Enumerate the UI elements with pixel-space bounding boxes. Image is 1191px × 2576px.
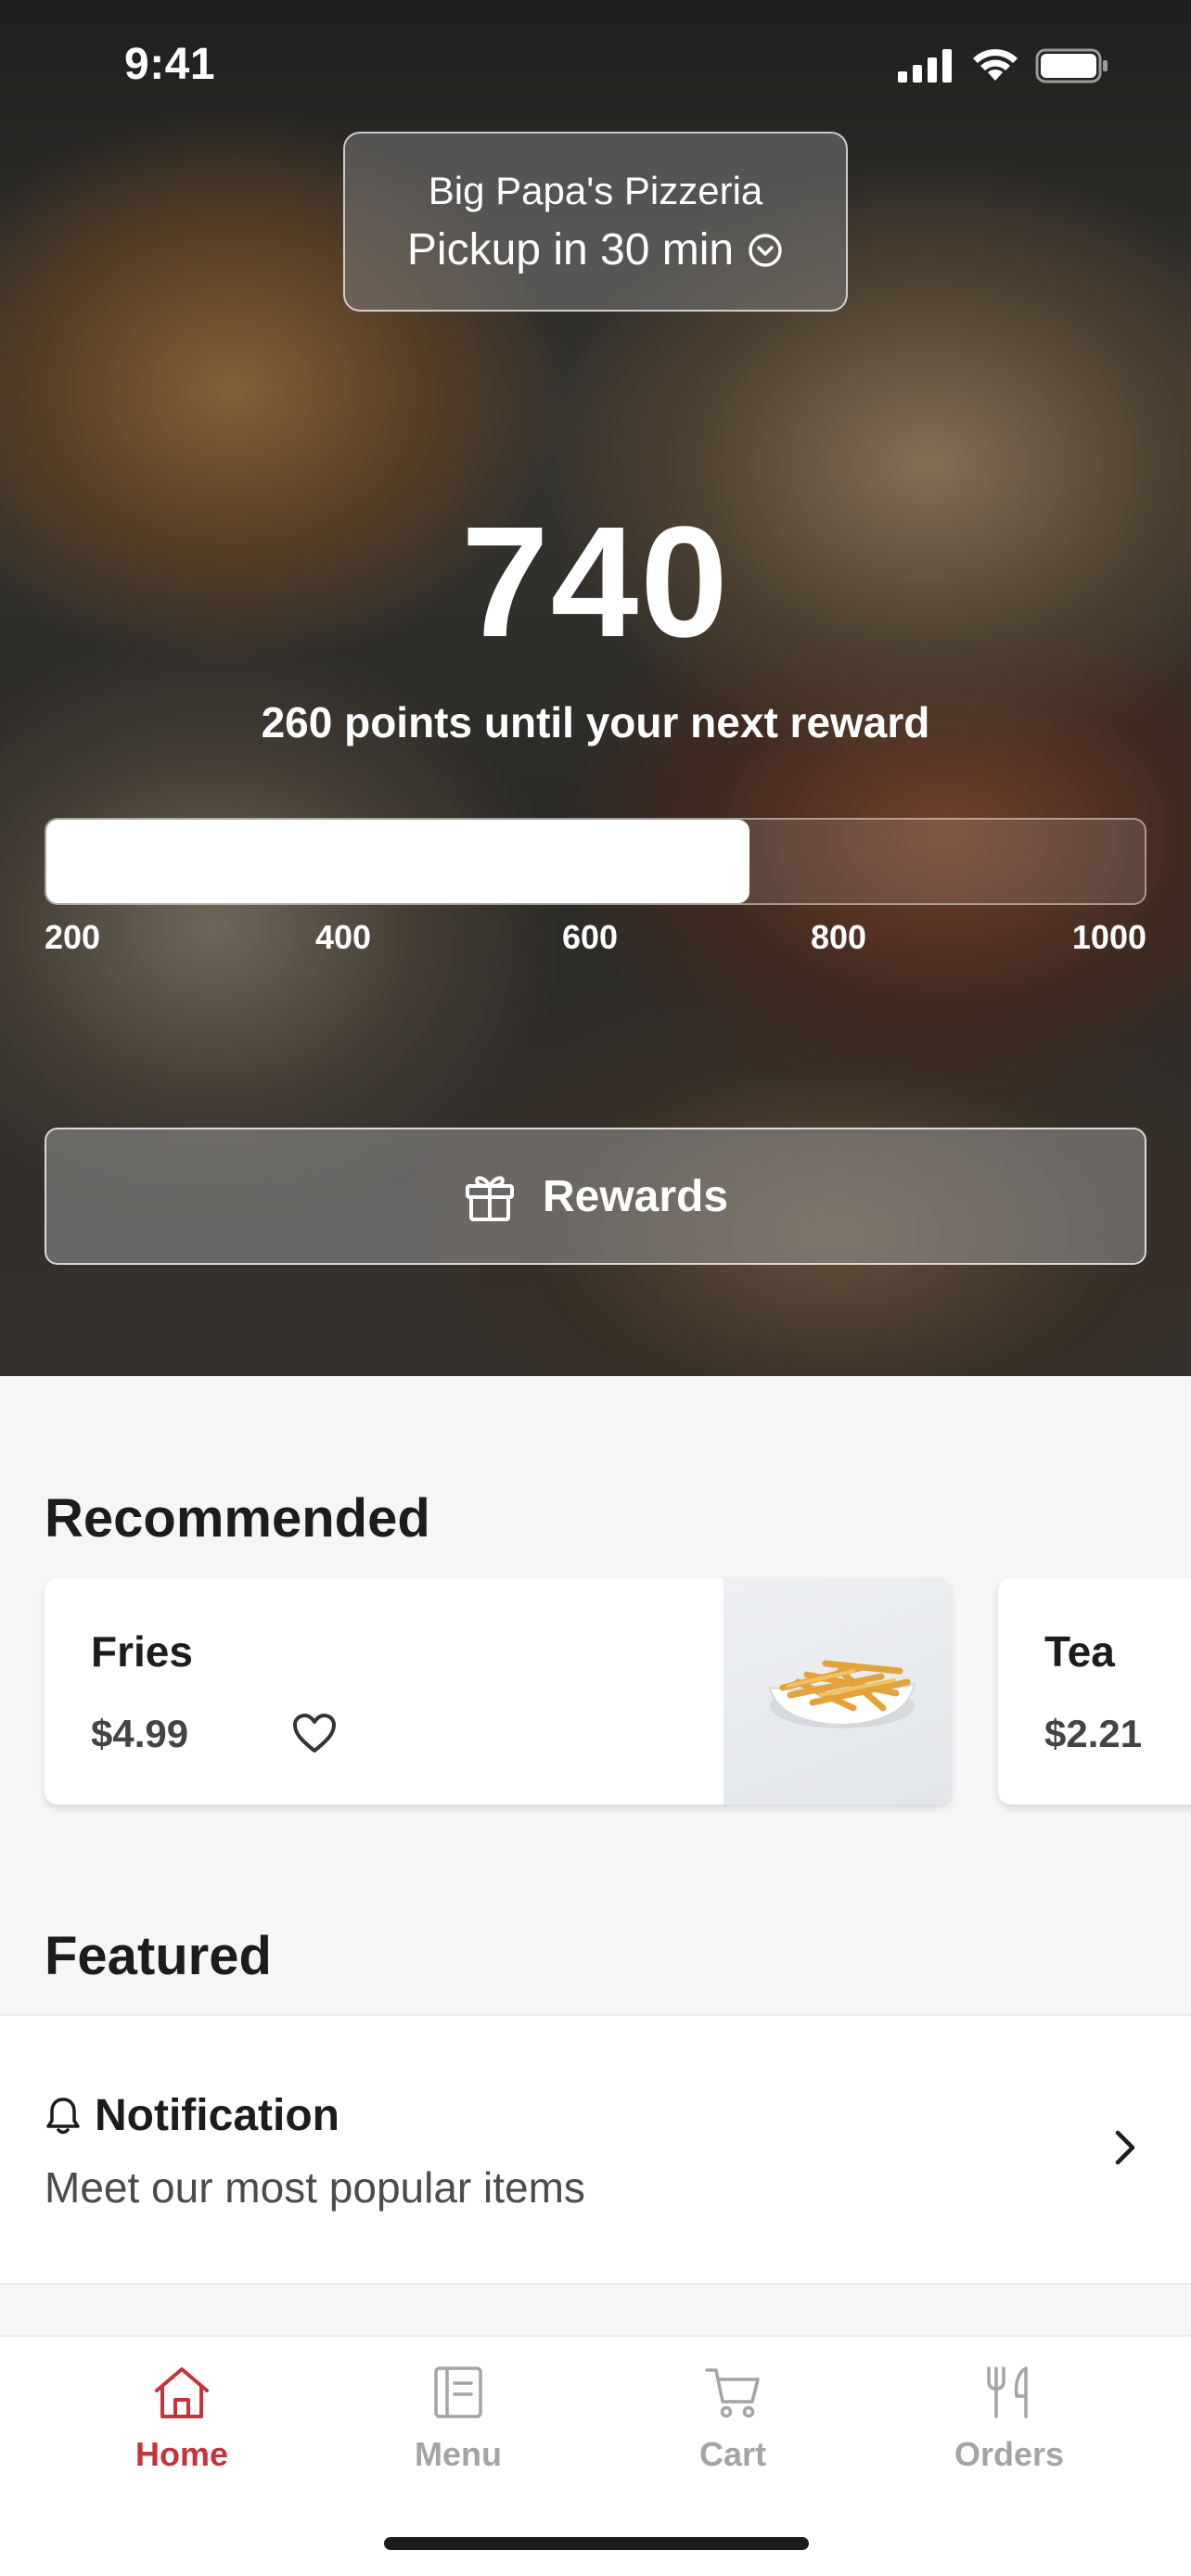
progress-tick: 200 xyxy=(45,918,101,956)
progress-ticks: 200 400 600 800 1000 xyxy=(45,918,1146,964)
home-icon xyxy=(155,2367,209,2418)
item-price: $2.21 xyxy=(1044,1712,1143,1755)
notification-subtitle: Meet our most popular items xyxy=(45,2163,585,2212)
progress-tick: 600 xyxy=(562,918,619,956)
notification-title: Notification xyxy=(95,2091,339,2140)
points-progress-bar xyxy=(45,818,1146,905)
heart-icon[interactable] xyxy=(291,1712,338,1754)
pickup-time: Pickup in 30 min xyxy=(406,225,735,274)
progress-tick: 400 xyxy=(315,918,372,956)
progress-tick: 800 xyxy=(811,918,867,956)
tab-menu[interactable]: Menu xyxy=(356,2365,560,2474)
rewards-button-label: Rewards xyxy=(542,1171,729,1221)
store-name: Big Papa's Pizzeria xyxy=(428,169,763,212)
featured-title: Featured xyxy=(45,1926,272,1986)
tab-menu-label: Menu xyxy=(415,2435,502,2473)
gift-icon xyxy=(465,1176,514,1221)
recommended-title: Recommended xyxy=(45,1488,430,1549)
recommended-card-tea[interactable]: Tea $2.21 xyxy=(998,1578,1191,1804)
fork-knife-icon xyxy=(987,2366,1028,2418)
points-until-reward: 260 points until your next reward xyxy=(261,698,930,746)
tab-home-label: Home xyxy=(134,2435,229,2473)
tab-orders-label: Orders xyxy=(954,2435,1065,2473)
hero-banner: 9:41 Big Papa's Pizzeria Pickup in 30 mi… xyxy=(0,0,1191,1376)
store-selector[interactable]: Big Papa's Pizzeria Pickup in 30 min xyxy=(343,132,848,312)
featured-notification-row[interactable]: Notification Meet our most popular items xyxy=(0,2014,1191,2285)
home-indicator xyxy=(384,2537,809,2550)
tab-cart[interactable]: Cart xyxy=(631,2365,835,2474)
fries-photo xyxy=(724,1578,952,1804)
item-name: Tea xyxy=(1044,1627,1115,1676)
tab-orders[interactable]: Orders xyxy=(907,2365,1111,2474)
rewards-button[interactable]: Rewards xyxy=(45,1128,1146,1265)
tab-cart-label: Cart xyxy=(698,2435,767,2473)
bell-icon xyxy=(46,2097,80,2134)
chevron-down-circle-icon xyxy=(749,233,782,267)
item-name: Fries xyxy=(91,1627,193,1676)
points-balance: 740 xyxy=(461,494,730,670)
progress-tick: 1000 xyxy=(1071,918,1146,956)
points-progress-fill xyxy=(46,820,749,903)
status-time: 9:41 xyxy=(124,40,216,89)
status-bar: 9:41 xyxy=(0,0,1191,130)
wifi-icon xyxy=(973,49,1018,81)
cellular-signal-icon xyxy=(898,49,952,83)
menu-icon xyxy=(434,2366,482,2418)
battery-icon xyxy=(1035,48,1108,83)
item-price: $4.99 xyxy=(91,1712,189,1755)
cart-icon xyxy=(705,2368,760,2418)
recommended-card-fries[interactable]: Fries $4.99 xyxy=(45,1578,952,1804)
tab-home[interactable]: Home xyxy=(80,2365,284,2474)
chevron-right-icon xyxy=(1115,2130,1135,2165)
